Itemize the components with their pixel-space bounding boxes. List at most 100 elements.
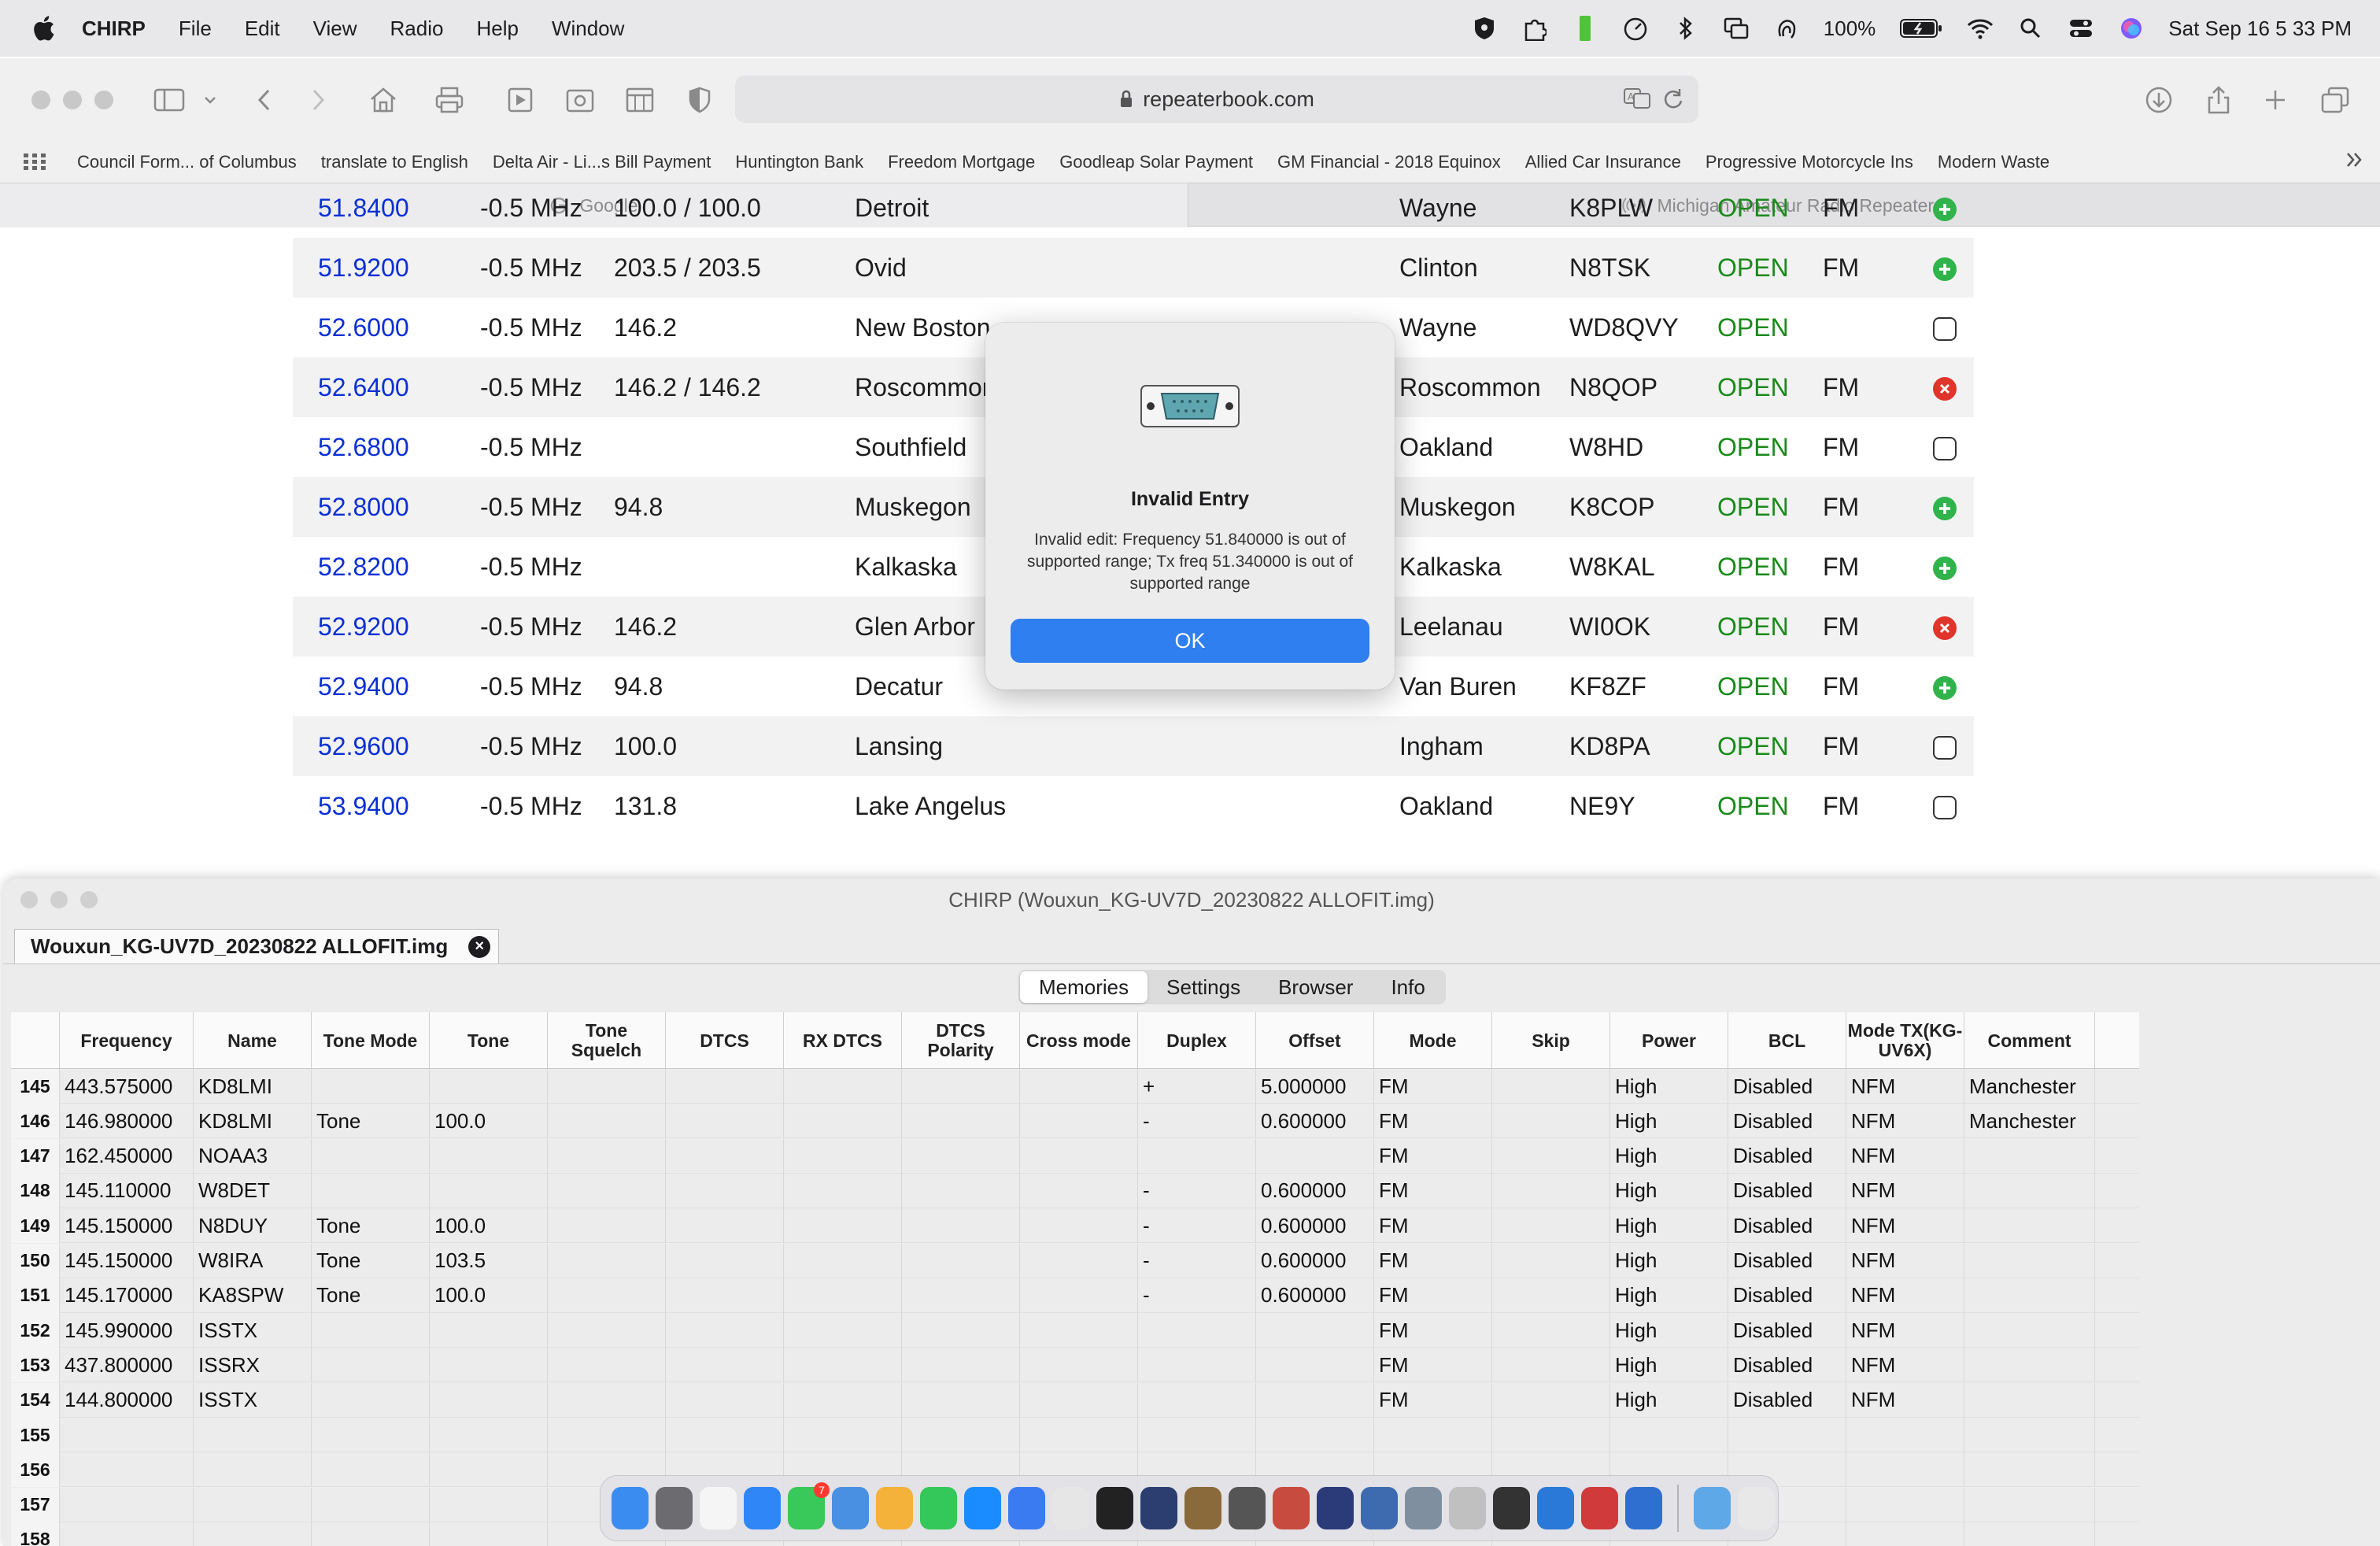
flashcards-icon[interactable] [1273,1487,1310,1529]
cell[interactable]: FM [1374,1173,1492,1208]
cell[interactable]: Tone [312,1208,430,1244]
column-header[interactable]: Comment [1964,1012,2095,1069]
cell[interactable] [666,1382,784,1418]
cell[interactable] [1846,1452,1964,1488]
cell[interactable] [902,1173,1020,1208]
cell[interactable]: High [1610,1243,1728,1278]
windows-app-icon[interactable] [1537,1487,1574,1529]
column-header[interactable]: DTCS [666,1012,784,1069]
cell[interactable] [1492,1382,1610,1418]
home-icon[interactable] [365,82,401,118]
row-number[interactable]: 150 [11,1243,60,1278]
cell[interactable]: Disabled [1728,1313,1846,1348]
cell[interactable] [312,1173,430,1208]
cell[interactable] [312,1313,430,1348]
privacy-shield-icon[interactable] [682,82,718,118]
cell[interactable] [312,1522,430,1546]
cell[interactable]: FM [1374,1313,1492,1348]
cell[interactable] [430,1522,548,1546]
cassette-icon[interactable] [1184,1487,1221,1529]
cell[interactable] [312,1138,430,1174]
textedit-icon[interactable] [700,1487,737,1529]
menu-app-name[interactable]: CHIRP [82,17,146,41]
cell[interactable] [1846,1418,1964,1452]
cell[interactable] [1610,1418,1728,1452]
cell[interactable]: - [1138,1208,1256,1244]
cell[interactable] [1138,1138,1256,1174]
repeater-freq[interactable]: 51.9200 [318,253,409,283]
cell[interactable] [784,1348,902,1383]
cell[interactable] [430,1487,548,1522]
cell[interactable] [548,1138,666,1174]
signal-icon[interactable] [1008,1487,1045,1529]
row-number[interactable]: 153 [11,1348,60,1383]
cell[interactable]: W8DET [194,1173,312,1208]
usb-drive-icon[interactable] [1493,1487,1530,1529]
cell[interactable] [1256,1138,1374,1174]
cell[interactable]: - [1138,1243,1256,1278]
cell[interactable]: 0.600000 [1256,1173,1374,1208]
column-header[interactable]: BCL [1728,1012,1846,1069]
add-plus-icon[interactable] [1933,497,1957,520]
forward-icon[interactable] [301,82,337,118]
share-icon[interactable] [2201,82,2237,118]
cell[interactable] [548,1382,666,1418]
back-icon[interactable] [246,82,282,118]
cell[interactable]: 145.990000 [60,1313,194,1348]
app-store-icon[interactable] [964,1487,1001,1529]
cell[interactable] [666,1173,784,1208]
cell[interactable]: W8IRA [194,1243,312,1278]
row-number[interactable]: 148 [11,1173,60,1208]
parallels-icon[interactable] [1581,1487,1618,1529]
cell[interactable] [60,1452,194,1488]
menu-file[interactable]: File [179,17,212,41]
safari-icon[interactable] [744,1487,781,1529]
error-x-icon[interactable] [1933,377,1957,401]
cell[interactable] [60,1522,194,1546]
spotlight-search-icon[interactable] [2017,15,2044,42]
zoom-window-button[interactable] [94,91,113,109]
cell[interactable]: 103.5 [430,1243,548,1278]
cell[interactable]: Disabled [1728,1348,1846,1383]
cell[interactable] [1964,1278,2095,1313]
cell[interactable] [784,1418,902,1452]
empty-checkbox-icon[interactable] [1933,437,1957,460]
cell[interactable] [784,1138,902,1174]
cell[interactable]: NFM [1846,1313,1964,1348]
cell[interactable]: 145.170000 [60,1278,194,1313]
favorite-link[interactable]: Delta Air - Li...s Bill Payment [493,152,711,172]
cell[interactable] [548,1348,666,1383]
row-number[interactable]: 146 [11,1104,60,1139]
cell[interactable] [902,1138,1020,1174]
cell[interactable] [1492,1069,1610,1104]
tab-memories[interactable]: Memories [1020,971,1148,1003]
cell[interactable] [548,1104,666,1139]
cell[interactable] [312,1069,430,1104]
repeater-freq[interactable]: 52.6400 [318,373,409,402]
column-header[interactable]: Frequency [60,1012,194,1069]
minimize-window-button[interactable] [63,91,82,109]
memory-row[interactable]: 153 437.800000 ISSRX FM High Disabled NFM [11,1348,2139,1383]
memory-row[interactable]: 151 145.170000 KA8SPW Tone 100.0 -0.600000 FM H… [11,1278,2139,1313]
cell[interactable]: ISSTX [194,1382,312,1418]
cell[interactable]: 100.0 [430,1208,548,1244]
cell[interactable] [1374,1418,1492,1452]
cell[interactable] [548,1418,666,1452]
cell[interactable]: 0.600000 [1256,1104,1374,1139]
cell[interactable] [1492,1313,1610,1348]
memory-row[interactable]: 155 [11,1418,2139,1452]
cell[interactable] [1964,1382,2095,1418]
column-header[interactable]: RX DTCS [784,1012,902,1069]
cell[interactable] [548,1243,666,1278]
green-meter-icon[interactable] [1572,15,1598,42]
cell[interactable] [902,1418,1020,1452]
cell[interactable]: High [1610,1069,1728,1104]
cell[interactable] [666,1278,784,1313]
cell[interactable] [1138,1418,1256,1452]
reader-icon[interactable] [622,82,658,118]
cell[interactable]: Disabled [1728,1243,1846,1278]
tab-info[interactable]: Info [1372,971,1443,1003]
cell[interactable]: NFM [1846,1104,1964,1139]
cell[interactable]: High [1610,1382,1728,1418]
cell[interactable] [1846,1487,1964,1522]
